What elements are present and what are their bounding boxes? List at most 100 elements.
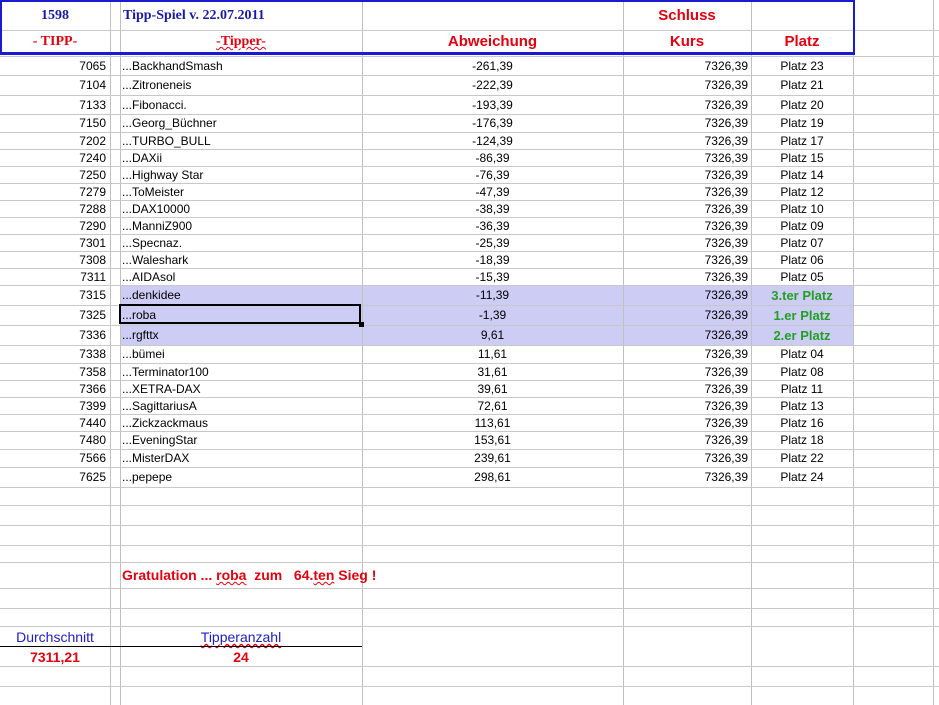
deviation-value: -76,39 bbox=[475, 168, 510, 182]
deviation-value: -11,39 bbox=[475, 288, 510, 302]
deviation-value: -25,39 bbox=[475, 236, 510, 250]
closing-price: 7326,39 bbox=[704, 116, 748, 130]
row-line bbox=[0, 234, 939, 235]
rank: Platz 12 bbox=[780, 185, 824, 199]
row-line bbox=[0, 431, 939, 432]
tip-value: 7288 bbox=[79, 202, 106, 216]
closing-price: 7326,39 bbox=[704, 328, 748, 342]
closing-price: 7326,39 bbox=[704, 365, 748, 379]
row-line bbox=[0, 397, 939, 398]
tipper-name: ...XETRA-DAX bbox=[122, 382, 201, 396]
closing-price: 7326,39 bbox=[704, 470, 748, 484]
row-line bbox=[0, 608, 939, 609]
row-line bbox=[0, 251, 939, 252]
row-line bbox=[0, 95, 939, 96]
row-line bbox=[0, 166, 939, 167]
tip-value: 7338 bbox=[79, 347, 106, 361]
row-line bbox=[0, 487, 939, 488]
closing-price: 7326,39 bbox=[704, 347, 748, 361]
row-line bbox=[0, 217, 939, 218]
tipper-name: ...pepepe bbox=[122, 470, 173, 484]
closing-price: 7326,39 bbox=[704, 236, 748, 250]
rank: Platz 09 bbox=[780, 219, 824, 233]
deviation-value: 9,61 bbox=[480, 328, 505, 342]
deviation-value: 113,61 bbox=[474, 416, 511, 430]
column-line bbox=[110, 0, 111, 705]
tipper-name: ...Zickzackmaus bbox=[122, 416, 209, 430]
tip-value: 7301 bbox=[79, 236, 106, 250]
row-line bbox=[0, 380, 939, 381]
closing-price: 7326,39 bbox=[704, 151, 748, 165]
closing-price: 7326,39 bbox=[704, 202, 748, 216]
header-tipper: -Tipper- bbox=[216, 34, 266, 49]
header-kurs: Kurs bbox=[669, 33, 705, 50]
closing-price: 7326,39 bbox=[704, 270, 748, 284]
tip-value: 7566 bbox=[79, 451, 106, 465]
average-label: Durchschnitt bbox=[16, 629, 94, 645]
selected-cell[interactable] bbox=[119, 304, 361, 324]
tipper-count-value: 24 bbox=[233, 649, 249, 665]
rank: 1.er Platz bbox=[773, 308, 831, 323]
closing-price: 7326,39 bbox=[704, 219, 748, 233]
row-line bbox=[0, 149, 939, 150]
tip-value: 7290 bbox=[79, 219, 106, 233]
closing-price: 7326,39 bbox=[704, 433, 748, 447]
deviation-value: 39,61 bbox=[477, 382, 508, 396]
rank: Platz 06 bbox=[780, 253, 824, 267]
tipper-name: ...EveningStar bbox=[122, 433, 198, 447]
tip-value: 7308 bbox=[79, 253, 106, 267]
row-line bbox=[0, 75, 939, 76]
game-count: 1598 bbox=[41, 8, 69, 23]
tipper-name: ...ManniZ900 bbox=[122, 219, 193, 233]
deviation-value: 153,61 bbox=[474, 433, 511, 447]
tip-value: 7440 bbox=[79, 416, 106, 430]
tipper-name: ...Highway Star bbox=[122, 168, 204, 182]
tip-value: 7325 bbox=[79, 308, 106, 322]
closing-price: 7326,39 bbox=[704, 98, 748, 112]
deviation-value: -261,39 bbox=[472, 59, 513, 73]
rank: Platz 10 bbox=[780, 202, 824, 216]
rank: Platz 18 bbox=[780, 433, 824, 447]
tip-value: 7366 bbox=[79, 382, 106, 396]
row-line bbox=[0, 345, 939, 346]
tipper-name: ...Waleshark bbox=[122, 253, 189, 267]
summary-divider bbox=[0, 646, 362, 647]
tip-value: 7480 bbox=[79, 433, 106, 447]
row-line bbox=[0, 200, 939, 201]
tipper-name: ...DAX10000 bbox=[122, 202, 191, 216]
row-line bbox=[0, 545, 939, 546]
fill-handle[interactable] bbox=[359, 322, 364, 327]
closing-price: 7326,39 bbox=[704, 382, 748, 396]
deviation-value: 11,61 bbox=[477, 347, 508, 361]
tip-value: 7311 bbox=[80, 270, 106, 284]
rank: Platz 13 bbox=[780, 399, 824, 413]
closing-price: 7326,39 bbox=[704, 451, 748, 465]
tipper-name: ...MisterDAX bbox=[122, 451, 190, 465]
row-line bbox=[0, 525, 939, 526]
tipper-name: ...Specnaz. bbox=[122, 236, 183, 250]
tipper-name: ...Terminator100 bbox=[122, 365, 209, 379]
row-line bbox=[0, 686, 939, 687]
tipper-name: ...BackhandSmash bbox=[122, 59, 223, 73]
tip-value: 7104 bbox=[79, 78, 106, 92]
closing-price: 7326,39 bbox=[704, 253, 748, 267]
tipper-name: ...TURBO_BULL bbox=[122, 134, 211, 148]
rank: Platz 20 bbox=[780, 98, 824, 112]
tip-value: 7358 bbox=[79, 365, 106, 379]
deviation-value: -222,39 bbox=[472, 78, 513, 92]
tipper-name: ...denkidee bbox=[122, 288, 181, 302]
closing-price: 7326,39 bbox=[704, 168, 748, 182]
rank: 3.ter Platz bbox=[771, 288, 833, 303]
row-line bbox=[0, 363, 939, 364]
row-line bbox=[0, 132, 939, 133]
row-line bbox=[0, 562, 939, 563]
rank: Platz 04 bbox=[780, 347, 824, 361]
spreadsheet[interactable]: 1598 Tipp-Spiel v. 22.07.2011 Schluss - … bbox=[0, 0, 939, 705]
rank: Platz 19 bbox=[780, 116, 824, 130]
tip-value: 7399 bbox=[79, 399, 106, 413]
deviation-value: -38,39 bbox=[475, 202, 510, 216]
header-abweichung: Abweichung bbox=[447, 33, 538, 50]
deviation-value: -18,39 bbox=[475, 253, 510, 267]
rank: Platz 07 bbox=[780, 236, 824, 250]
tipper-name: ...AIDAsol bbox=[122, 270, 176, 284]
